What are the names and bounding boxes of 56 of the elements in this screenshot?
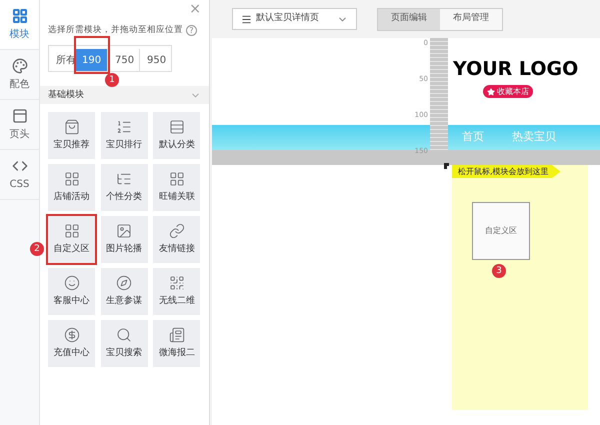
module-tile[interactable]: 宝贝排行	[100, 112, 148, 160]
module-tile[interactable]: 默认分类	[153, 112, 200, 160]
module-tile[interactable]: 微海报二	[153, 320, 200, 368]
section-title: 基础模块	[48, 88, 84, 102]
rail-tab[interactable]: 模块	[0, 0, 39, 50]
module-tile[interactable]: 店铺活动	[48, 164, 95, 212]
favorite-button[interactable]: 收藏本店	[483, 85, 533, 98]
dropped-module[interactable]: 自定义区	[472, 202, 530, 260]
module-tile[interactable]: 图片轮播	[100, 216, 148, 264]
poster-icon	[168, 327, 185, 343]
step-badge: 1	[105, 72, 119, 87]
bag-icon	[64, 119, 80, 135]
editor-tab[interactable]: 页面编辑	[378, 8, 440, 30]
module-tile[interactable]: 宝贝推荐	[48, 112, 95, 160]
page-select[interactable]: 默认宝贝详情页	[232, 8, 357, 30]
help-icon[interactable]: ?	[186, 24, 197, 36]
panel-hint: 选择所需模块，并拖动至相应位置	[48, 24, 183, 37]
module-tile[interactable]: 旺铺关联	[153, 164, 200, 212]
tree-icon	[116, 171, 132, 187]
module-tile[interactable]: 自定义区	[48, 216, 95, 264]
smile-icon	[64, 275, 80, 291]
compass-icon	[116, 275, 132, 291]
rows-icon	[168, 119, 185, 135]
module-tile[interactable]: 友情链接	[153, 216, 200, 264]
rail-tab[interactable]: CSS	[0, 150, 39, 200]
grid-icon	[168, 171, 185, 187]
link-icon	[168, 223, 185, 239]
rail-tab[interactable]: 配色	[0, 50, 39, 100]
palette-icon	[12, 58, 28, 74]
step-badge: 2	[30, 242, 44, 256]
menu-icon	[241, 14, 252, 24]
dollar-icon	[64, 327, 80, 343]
drop-hint: 松开鼠标,模块会放到这里	[452, 165, 561, 178]
store-logo: YOUR LOGO	[453, 60, 578, 79]
width-filter[interactable]: 750	[107, 49, 139, 72]
rail-tab[interactable]: 页头	[0, 100, 39, 150]
list-icon	[116, 119, 132, 135]
editor-tab[interactable]: 布局管理	[440, 8, 502, 30]
step-badge: 3	[492, 264, 506, 278]
module-tile[interactable]: 宝贝搜索	[100, 320, 148, 368]
module-tile[interactable]: 客服中心	[48, 268, 95, 316]
search-icon	[116, 327, 132, 343]
width-filter[interactable]: 950	[139, 49, 171, 72]
image-icon	[116, 223, 132, 239]
module-tile[interactable]: 个性分类	[100, 164, 148, 212]
module-tile[interactable]: 生意参谋	[100, 268, 148, 316]
grid-icon	[12, 8, 28, 24]
grid-icon	[64, 171, 80, 187]
width-filter[interactable]: 所有	[49, 49, 75, 72]
header-icon	[12, 108, 28, 124]
module-tile[interactable]: 充值中心	[48, 320, 95, 368]
star-icon	[487, 88, 495, 96]
module-tile[interactable]: 无线二维	[153, 268, 200, 316]
grid-icon	[64, 223, 80, 239]
qr-code-icon	[168, 275, 185, 291]
corner-marker	[444, 163, 449, 169]
